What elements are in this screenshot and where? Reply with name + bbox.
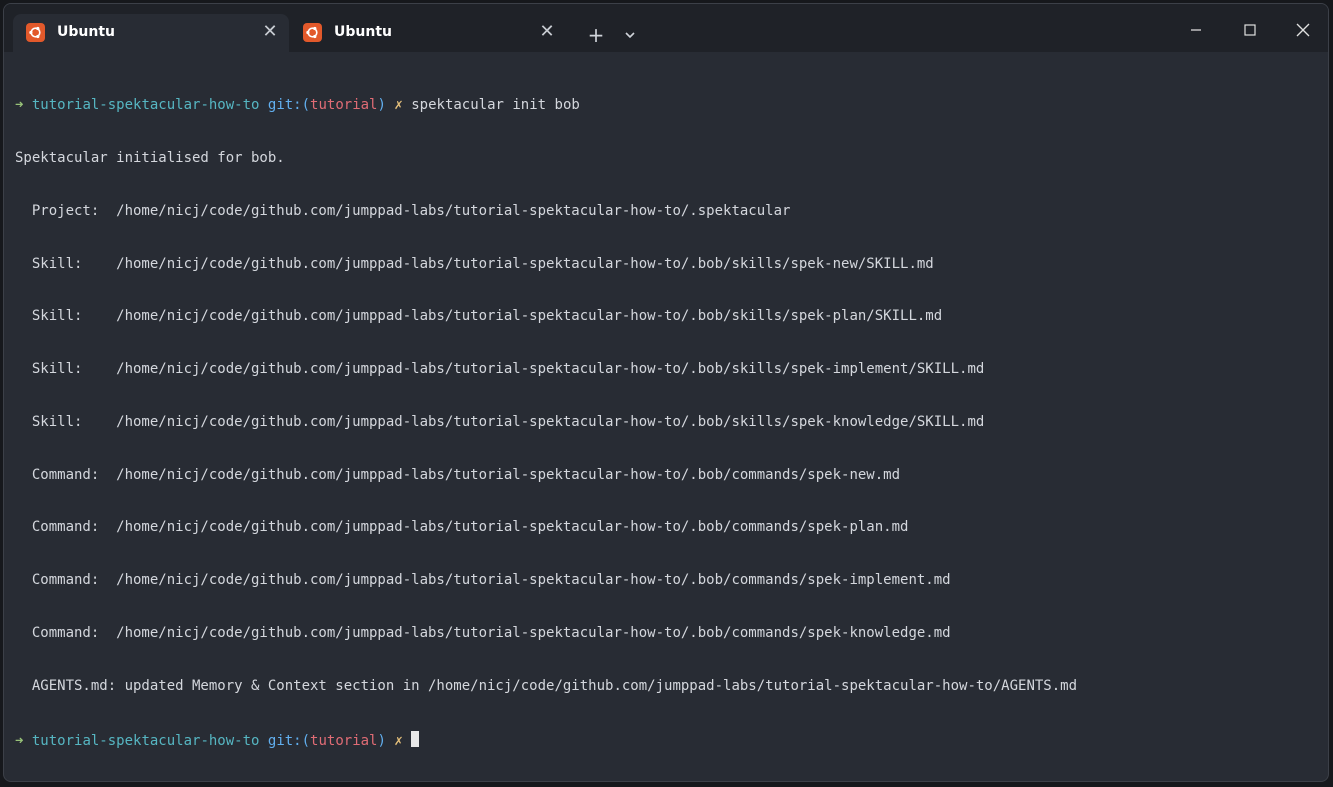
output-line: Skill: /home/nicj/code/github.com/jumppa…	[15, 255, 934, 272]
git-prefix: git:(	[267, 97, 311, 114]
ubuntu-icon	[303, 23, 322, 42]
terminal-output[interactable]: ➜ tutorial-spektacular-how-to git:(tutor…	[4, 52, 1328, 780]
prompt-arrow: ➜	[15, 97, 24, 114]
git-suffix: )	[377, 732, 386, 749]
dirty-marker: ✗	[394, 97, 403, 114]
dirty-marker: ✗	[394, 732, 403, 749]
output-line: Skill: /home/nicj/code/github.com/jumppa…	[15, 413, 985, 430]
close-icon[interactable]	[1283, 14, 1323, 46]
git-branch: tutorial	[310, 97, 378, 114]
chevron-down-icon[interactable]	[617, 22, 643, 48]
tab-title: Ubuntu	[334, 24, 392, 40]
output-line: Skill: /home/nicj/code/github.com/jumppa…	[15, 308, 943, 325]
minimize-icon[interactable]	[1176, 14, 1216, 46]
title-bar: Ubuntu ✕ Ubuntu ✕ +	[4, 4, 1328, 52]
maximize-icon[interactable]	[1230, 14, 1270, 46]
git-suffix: )	[377, 97, 386, 114]
output-line: AGENTS.md: updated Memory & Context sect…	[15, 677, 1078, 694]
tab-ubuntu-1[interactable]: Ubuntu ✕	[13, 14, 289, 52]
terminal-window: Ubuntu ✕ Ubuntu ✕ + ➜ tutorial-spektacul…	[3, 3, 1329, 782]
tab-ubuntu-2[interactable]: Ubuntu ✕	[290, 14, 566, 52]
output-line: Command: /home/nicj/code/github.com/jump…	[15, 466, 901, 483]
prompt-directory: tutorial-spektacular-how-to	[31, 97, 260, 114]
output-line: Command: /home/nicj/code/github.com/jump…	[15, 572, 951, 589]
text-cursor	[411, 730, 420, 747]
git-branch: tutorial	[310, 732, 378, 749]
output-line: Project: /home/nicj/code/github.com/jump…	[15, 202, 791, 219]
prompt-directory: tutorial-spektacular-how-to	[31, 732, 260, 749]
command-text: spektacular init bob	[411, 97, 580, 114]
close-tab-icon[interactable]: ✕	[536, 21, 558, 43]
prompt-arrow: ➜	[15, 732, 24, 749]
output-line: Command: /home/nicj/code/github.com/jump…	[15, 519, 909, 536]
prompt-line: ➜ tutorial-spektacular-how-to git:(tutor…	[15, 97, 1328, 115]
close-tab-icon[interactable]: ✕	[259, 21, 281, 43]
git-prefix: git:(	[267, 732, 311, 749]
ubuntu-icon	[26, 23, 45, 42]
tab-title: Ubuntu	[57, 24, 115, 40]
output-line: Skill: /home/nicj/code/github.com/jumppa…	[15, 361, 985, 378]
prompt-line: ➜ tutorial-spektacular-how-to git:(tutor…	[15, 730, 1328, 749]
new-tab-button[interactable]: +	[583, 22, 609, 48]
output-line: Command: /home/nicj/code/github.com/jump…	[15, 625, 951, 641]
output-line: Spektacular initialised for bob.	[15, 149, 285, 166]
